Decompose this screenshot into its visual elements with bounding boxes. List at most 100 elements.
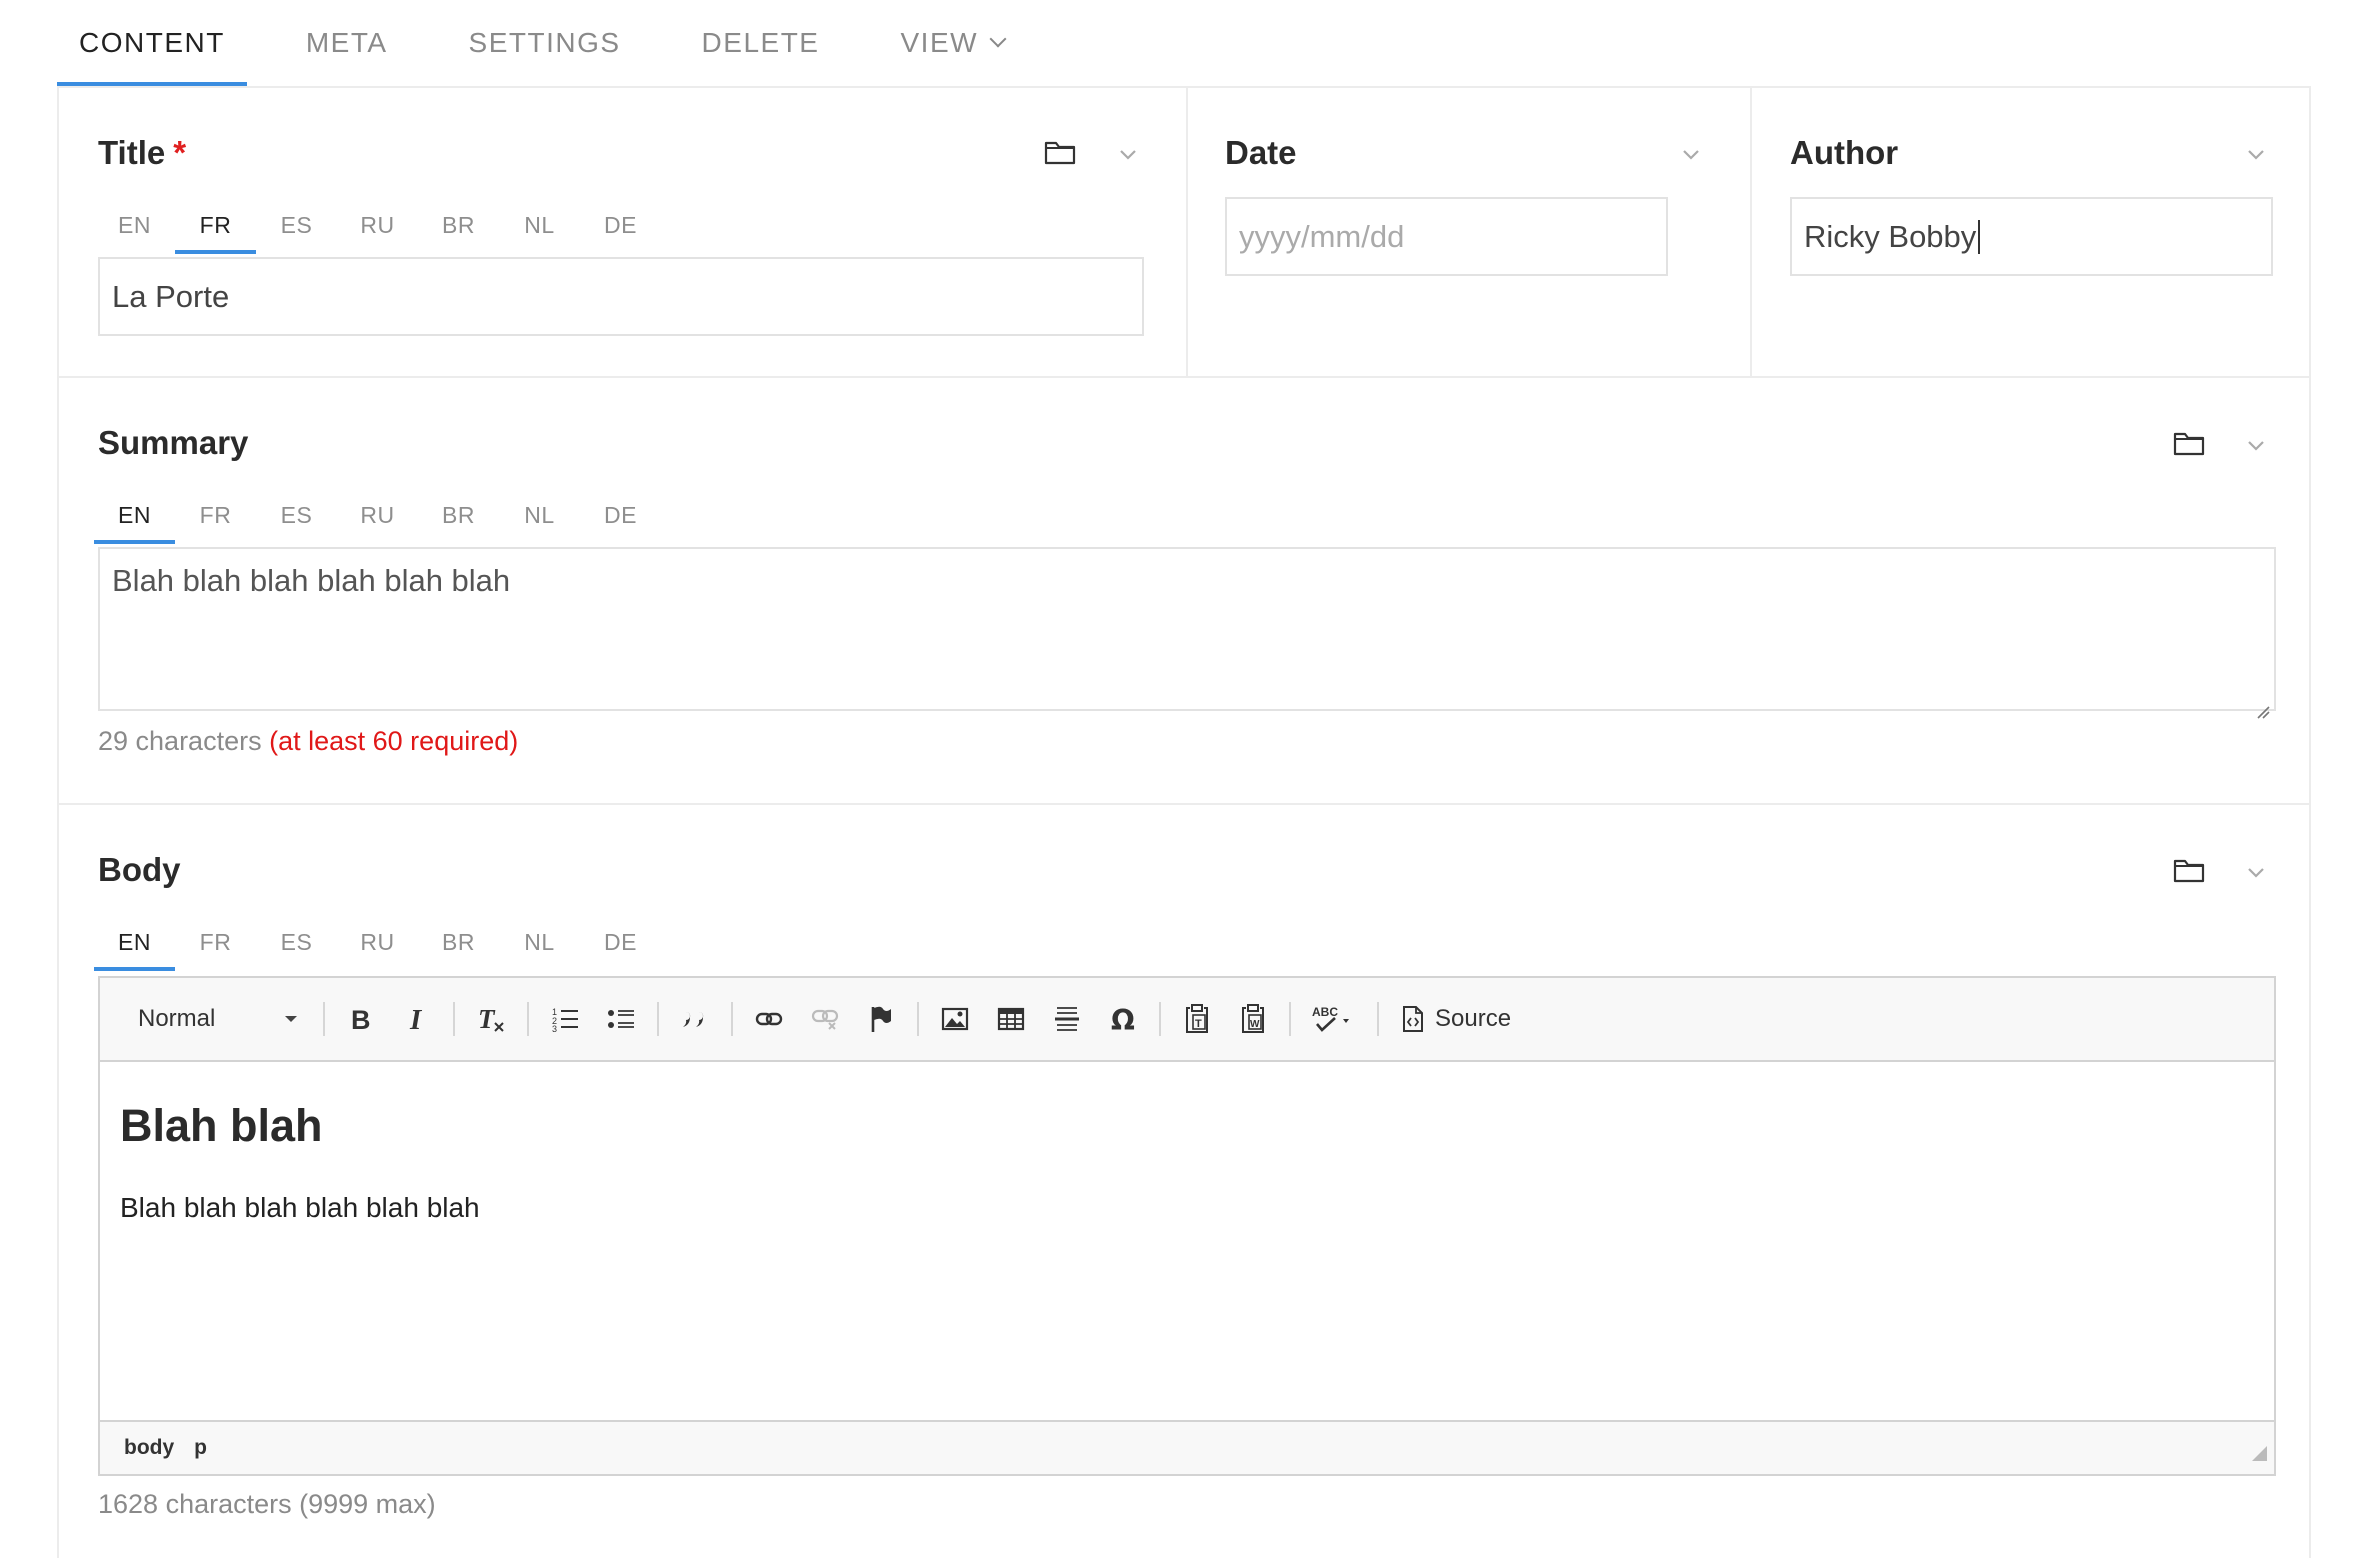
lang-tab-ru[interactable]: RU <box>337 486 418 544</box>
bulleted-list-icon[interactable] <box>597 995 645 1043</box>
chevron-down-icon <box>989 30 1007 48</box>
lang-tab-br[interactable]: BR <box>418 486 499 544</box>
chevron-down-icon[interactable] <box>1673 136 1709 172</box>
path-item-body[interactable]: body <box>124 1436 174 1460</box>
title-input[interactable]: La Porte <box>98 257 1144 336</box>
resize-handle-icon[interactable] <box>2250 1444 2268 1468</box>
table-icon[interactable] <box>987 995 1035 1043</box>
lang-tab-nl[interactable]: NL <box>499 196 580 254</box>
svg-text:T: T <box>478 1004 496 1034</box>
lang-tab-de[interactable]: DE <box>580 913 661 971</box>
chevron-down-icon[interactable] <box>2238 427 2274 463</box>
body-label: Body <box>98 851 181 888</box>
toolbar-separator <box>657 1002 659 1036</box>
tab-settings[interactable]: SETTINGS <box>447 0 643 86</box>
text-caret <box>1978 219 1981 254</box>
rich-text-editor: Normal B I T 123 Ω T W ABC Source Blah b… <box>98 976 2276 1476</box>
numbered-list-icon[interactable]: 123 <box>541 995 589 1043</box>
lang-tab-es[interactable]: ES <box>256 913 337 971</box>
blockquote-icon[interactable] <box>671 995 719 1043</box>
lang-tab-en[interactable]: EN <box>94 196 175 254</box>
lang-tab-en[interactable]: EN <box>94 486 175 544</box>
lang-tab-de[interactable]: DE <box>580 196 661 254</box>
chevron-down-icon[interactable] <box>2238 854 2274 890</box>
divider <box>59 376 2309 378</box>
source-button[interactable]: Source <box>1391 995 1521 1043</box>
date-label: Date <box>1225 134 1297 171</box>
svg-text:Ω: Ω <box>1111 1005 1135 1033</box>
divider <box>1186 88 1188 376</box>
format-select[interactable]: Normal <box>120 997 315 1041</box>
folder-icon[interactable] <box>2169 850 2209 890</box>
tab-meta[interactable]: META <box>284 0 410 86</box>
lang-tab-en[interactable]: EN <box>94 913 175 971</box>
paste-text-icon[interactable]: T <box>1173 995 1221 1043</box>
toolbar-separator <box>323 1002 325 1036</box>
toolbar-separator <box>1289 1002 1291 1036</box>
lang-tab-br[interactable]: BR <box>418 196 499 254</box>
italic-icon[interactable]: I <box>393 995 441 1043</box>
link-icon[interactable] <box>745 995 793 1043</box>
tab-view[interactable]: VIEW <box>878 0 1026 86</box>
editor-paragraph: Blah blah blah blah blah blah <box>120 1192 480 1223</box>
lang-tab-nl[interactable]: NL <box>499 913 580 971</box>
summary-textarea[interactable]: Blah blah blah blah blah blah <box>98 547 2276 719</box>
author-input[interactable]: Ricky Bobby <box>1790 197 2273 276</box>
svg-text:W: W <box>1250 1019 1260 1030</box>
anchor-icon[interactable] <box>857 995 905 1043</box>
summary-textarea-value: Blah blah blah blah blah blah <box>112 563 511 598</box>
lang-tab-es[interactable]: ES <box>256 486 337 544</box>
svg-text:3: 3 <box>552 1024 557 1032</box>
summary-label: Summary <box>98 424 249 461</box>
required-mark: * <box>173 134 187 171</box>
spellcheck-icon[interactable]: ABC <box>1303 995 1365 1043</box>
body-char-count: 1628 characters (9999 max) <box>98 1489 436 1519</box>
editor-heading: Blah blah <box>120 1100 323 1151</box>
divider <box>1750 88 1752 376</box>
toolbar-separator <box>527 1002 529 1036</box>
page: CONTENT META SETTINGS DELETE VIEW Title *… <box>0 0 2368 1558</box>
toolbar-separator <box>453 1002 455 1036</box>
date-input[interactable]: yyyy/mm/dd <box>1225 197 1668 276</box>
path-item-p[interactable]: p <box>194 1436 207 1460</box>
tab-meta-label: META <box>305 27 388 58</box>
lang-tab-br[interactable]: BR <box>418 913 499 971</box>
tab-settings-label: SETTINGS <box>468 27 621 58</box>
author-label: Author <box>1790 134 1899 171</box>
editor-element-path: body p <box>100 1420 2274 1474</box>
lang-tab-ru[interactable]: RU <box>337 913 418 971</box>
paste-word-icon[interactable]: W <box>1229 995 1277 1043</box>
remove-format-icon[interactable]: T <box>467 995 515 1043</box>
caret-down-icon <box>285 1016 297 1022</box>
source-label: Source <box>1435 1005 1512 1032</box>
folder-icon[interactable] <box>2169 423 2209 463</box>
format-select-value: Normal <box>138 1005 216 1032</box>
lang-tab-fr[interactable]: FR <box>175 486 256 544</box>
svg-text:I: I <box>409 1005 423 1033</box>
tab-view-label: VIEW <box>900 27 979 58</box>
svg-text:ABC: ABC <box>1312 1005 1338 1019</box>
lang-tab-ru[interactable]: RU <box>337 196 418 254</box>
horizontal-line-icon[interactable] <box>1043 995 1091 1043</box>
unlink-icon[interactable] <box>801 995 849 1043</box>
tab-content[interactable]: CONTENT <box>57 0 247 86</box>
image-icon[interactable] <box>931 995 979 1043</box>
tab-delete[interactable]: DELETE <box>680 0 842 86</box>
chevron-down-icon[interactable] <box>2238 136 2274 172</box>
lang-tab-nl[interactable]: NL <box>499 486 580 544</box>
lang-tab-fr[interactable]: FR <box>175 196 256 254</box>
resize-handle-icon[interactable] <box>2256 691 2270 719</box>
lang-tab-fr[interactable]: FR <box>175 913 256 971</box>
title-label: Title * <box>98 134 187 171</box>
special-char-icon[interactable]: Ω <box>1099 995 1147 1043</box>
lang-tab-es[interactable]: ES <box>256 196 337 254</box>
editor-content[interactable]: Blah blah Blah blah blah blah blah blah <box>100 1062 2274 1418</box>
summary-lang-tabs: EN FR ES RU BR NL DE <box>94 486 661 544</box>
title-input-value: La Porte <box>112 278 230 314</box>
bold-icon[interactable]: B <box>337 995 385 1043</box>
folder-icon[interactable] <box>1040 132 1080 172</box>
title-lang-tabs: EN FR ES RU BR NL DE <box>94 196 661 254</box>
chevron-down-icon[interactable] <box>1110 136 1146 172</box>
summary-error: (at least 60 required) <box>269 726 519 756</box>
lang-tab-de[interactable]: DE <box>580 486 661 544</box>
